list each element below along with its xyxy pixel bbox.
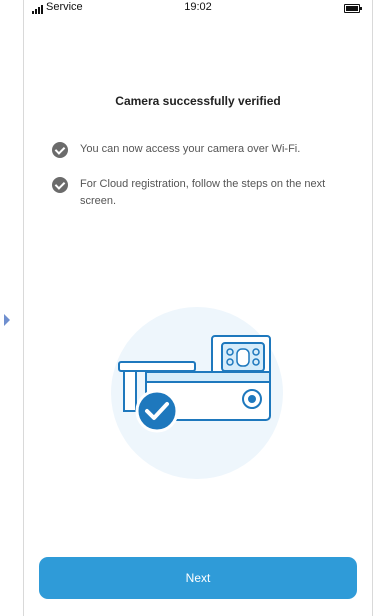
- mount-icon: [118, 361, 196, 372]
- camera-verified-illustration: [111, 307, 283, 479]
- phone-screen: Service 19:02 Camera successfully verifi…: [23, 0, 373, 616]
- list-item-text: For Cloud registration, follow the steps…: [80, 178, 326, 207]
- next-button[interactable]: Next: [39, 557, 357, 599]
- arrow-right-icon: [4, 314, 10, 326]
- list-item-text: You can now access your camera over Wi-F…: [80, 143, 301, 155]
- check-circle-icon: [52, 177, 68, 193]
- status-time: 19:02: [184, 1, 212, 13]
- page-title: Camera successfully verified: [115, 94, 281, 108]
- check-badge-icon: [135, 389, 179, 433]
- battery-icon: [344, 4, 362, 13]
- mount-arm-icon: [123, 370, 137, 412]
- check-circle-icon: [52, 142, 68, 158]
- status-bar: Service 19:02: [24, 0, 372, 18]
- left-gutter: [0, 0, 22, 616]
- list-item: You can now access your camera over Wi-F…: [52, 141, 352, 158]
- list-item: For Cloud registration, follow the steps…: [52, 176, 352, 210]
